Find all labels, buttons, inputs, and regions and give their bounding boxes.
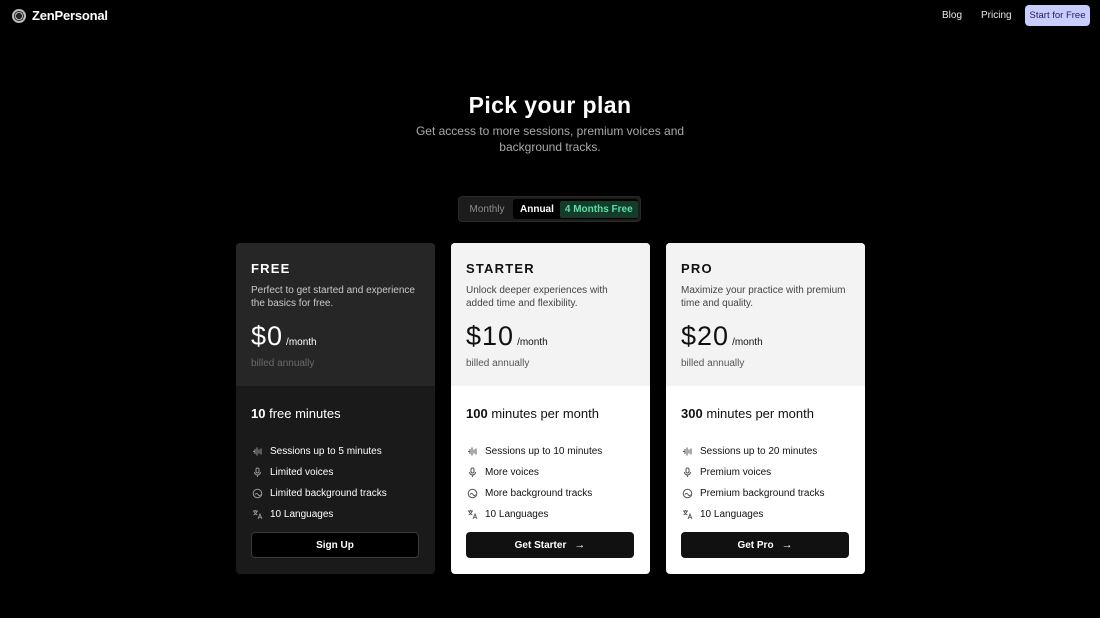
plan-name: PRO — [681, 261, 713, 276]
feature-text: 10 Languages — [270, 509, 334, 520]
annual-label: Annual — [520, 203, 554, 215]
feature-item: Sessions up to 10 minutes — [466, 441, 602, 462]
feature-text: More background tracks — [485, 488, 593, 499]
get-starter-button[interactable]: Get Starter → — [466, 532, 634, 558]
feature-text: Premium background tracks — [700, 488, 825, 499]
plan-name: STARTER — [466, 261, 535, 276]
billing-note: billed annually — [681, 358, 745, 369]
plan-description: Perfect to get started and experience th… — [251, 285, 415, 309]
plan-description: Maximize your practice with premium time… — [681, 285, 846, 309]
feature-item: 10 Languages — [251, 504, 387, 525]
waveform-icon — [681, 446, 693, 458]
translate-icon — [251, 509, 263, 521]
microphone-icon — [251, 467, 263, 479]
plan-description: Unlock deeper experiences with added tim… — [466, 285, 608, 309]
feature-item: Limited background tracks — [251, 483, 387, 504]
price-period: /month — [732, 337, 763, 348]
cta-label: Get Starter — [514, 539, 567, 551]
waveform-icon — [251, 446, 263, 458]
plan-header: FREE Perfect to get started and experien… — [236, 243, 435, 386]
arrow-right-icon: → — [574, 539, 586, 551]
feature-list: Sessions up to 5 minutes Limited voices … — [251, 441, 387, 525]
top-nav: ZenPersonal Blog Pricing Start for Free — [0, 0, 1100, 32]
brand-name: ZenPersonal — [32, 8, 108, 23]
discount-badge: 4 Months Free — [559, 200, 638, 218]
arrow-right-icon: → — [781, 539, 793, 551]
get-pro-button[interactable]: Get Pro → — [681, 532, 849, 558]
plan-card-free: FREE Perfect to get started and experien… — [236, 243, 435, 574]
price-row: $10 /month — [466, 321, 548, 352]
cta-label: Get Pro — [737, 539, 774, 551]
waveform-icon — [466, 446, 478, 458]
plan-card-pro: PRO Maximize your practice with premium … — [666, 243, 865, 574]
feature-list: Sessions up to 20 minutes Premium voices… — [681, 441, 825, 525]
feature-item: Premium voices — [681, 462, 825, 483]
plan-price: $10 — [466, 321, 515, 351]
feature-item: 10 Languages — [681, 504, 825, 525]
feature-text: Sessions up to 20 minutes — [700, 446, 818, 457]
feature-item: Sessions up to 5 minutes — [251, 441, 387, 462]
feature-item: Sessions up to 20 minutes — [681, 441, 825, 462]
price-period: /month — [286, 337, 317, 348]
brand[interactable]: ZenPersonal — [12, 8, 108, 23]
plan-header: STARTER Unlock deeper experiences with a… — [451, 243, 650, 386]
toggle-monthly[interactable]: Monthly — [461, 199, 513, 219]
feature-item: Limited voices — [251, 462, 387, 483]
price-row: $20 /month — [681, 321, 763, 352]
nav-link-blog[interactable]: Blog — [942, 10, 962, 21]
minutes-value: 10 — [251, 406, 266, 421]
logo-icon — [12, 8, 26, 23]
translate-icon — [466, 509, 478, 521]
music-disc-icon — [466, 488, 478, 500]
feature-text: Sessions up to 5 minutes — [270, 446, 382, 457]
minutes-text: minutes per month — [487, 406, 599, 421]
plan-name: FREE — [251, 261, 291, 276]
feature-item: Premium background tracks — [681, 483, 825, 504]
nav-link-pricing[interactable]: Pricing — [981, 10, 1012, 21]
minutes-value: 100 — [466, 406, 488, 421]
feature-text: Limited voices — [270, 467, 334, 478]
minutes-allowance: 10 free minutes — [251, 406, 341, 421]
plan-header: PRO Maximize your practice with premium … — [666, 243, 865, 386]
sign-up-button[interactable]: Sign Up — [251, 532, 419, 558]
translate-icon — [681, 509, 693, 521]
feature-text: Premium voices — [700, 467, 772, 478]
music-disc-icon — [251, 488, 263, 500]
page-subtitle: Get access to more sessions, premium voi… — [415, 124, 685, 154]
plan-price: $0 — [251, 321, 284, 351]
feature-text: More voices — [485, 467, 539, 478]
price-row: $0 /month — [251, 321, 317, 352]
microphone-icon — [466, 467, 478, 479]
music-disc-icon — [681, 488, 693, 500]
feature-text: Limited background tracks — [270, 488, 387, 499]
feature-item: More background tracks — [466, 483, 602, 504]
feature-item: 10 Languages — [466, 504, 602, 525]
page-title: Pick your plan — [468, 92, 632, 118]
feature-item: More voices — [466, 462, 602, 483]
feature-text: Sessions up to 10 minutes — [485, 446, 603, 457]
microphone-icon — [681, 467, 693, 479]
minutes-allowance: 300 minutes per month — [681, 406, 814, 421]
minutes-text: free minutes — [265, 406, 341, 421]
plan-price: $20 — [681, 321, 730, 351]
price-period: /month — [517, 337, 548, 348]
feature-text: 10 Languages — [485, 509, 549, 520]
feature-text: 10 Languages — [700, 509, 764, 520]
minutes-value: 300 — [681, 406, 703, 421]
billing-toggle: Monthly Annual 4 Months Free — [458, 196, 641, 222]
feature-list: Sessions up to 10 minutes More voices Mo… — [466, 441, 602, 525]
billing-note: billed annually — [251, 358, 315, 369]
minutes-text: minutes per month — [702, 406, 814, 421]
billing-note: billed annually — [466, 358, 530, 369]
toggle-annual[interactable]: Annual 4 Months Free — [513, 199, 638, 219]
plan-card-starter: STARTER Unlock deeper experiences with a… — [451, 243, 650, 574]
start-free-button[interactable]: Start for Free — [1025, 5, 1090, 26]
minutes-allowance: 100 minutes per month — [466, 406, 599, 421]
